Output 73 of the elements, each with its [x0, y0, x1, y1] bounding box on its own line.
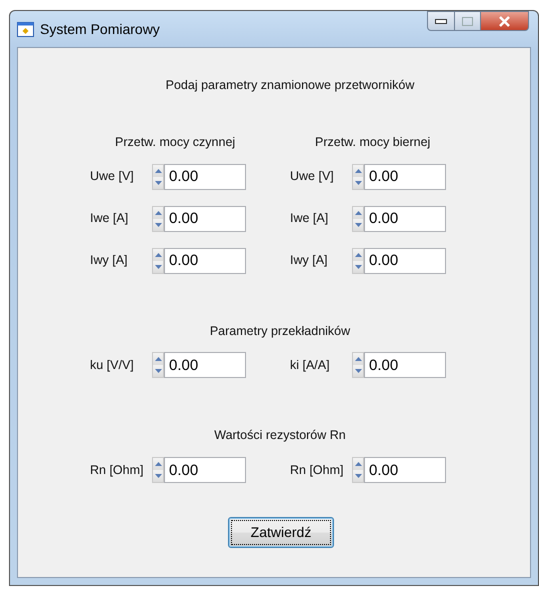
- minimize-button[interactable]: [427, 11, 455, 31]
- window-title: System Pomiarowy: [40, 20, 160, 39]
- field-label: ku [V/V]: [90, 356, 135, 374]
- spin-up-button[interactable]: [153, 458, 163, 470]
- section-title: Wartości rezystorów Rn: [213, 427, 347, 444]
- up-arrow-icon: [154, 168, 162, 172]
- down-arrow-icon: [154, 180, 162, 184]
- spin-up-button[interactable]: [353, 206, 363, 218]
- up-arrow-icon: [354, 168, 362, 172]
- spin-up-button[interactable]: [153, 353, 163, 366]
- spin-up-button[interactable]: [353, 458, 363, 470]
- close-button[interactable]: [481, 11, 529, 31]
- field-label: Rn [Ohm]: [90, 462, 144, 479]
- number-field[interactable]: 0.00: [164, 164, 246, 190]
- spin-up-button[interactable]: [353, 164, 363, 176]
- number-field[interactable]: 0.00: [164, 352, 246, 378]
- spin-down-button[interactable]: [353, 470, 363, 482]
- down-arrow-icon: [354, 222, 362, 226]
- section-title: Parametry przekładników: [208, 322, 352, 340]
- field-label: Iwe [A]: [290, 210, 330, 228]
- number-field[interactable]: 0.00: [164, 248, 246, 274]
- up-arrow-icon: [354, 210, 362, 214]
- field-label: Iwe [A]: [90, 210, 130, 228]
- spin-up-button[interactable]: [153, 248, 163, 260]
- number-field[interactable]: 0.00: [364, 248, 446, 274]
- field-label: Rn [Ohm]: [290, 462, 344, 479]
- down-arrow-icon: [354, 474, 362, 478]
- spin-down-button[interactable]: [153, 176, 163, 188]
- spin-down-button[interactable]: [153, 260, 163, 272]
- up-arrow-icon: [154, 462, 162, 466]
- down-arrow-icon: [154, 222, 162, 226]
- down-arrow-icon: [354, 264, 362, 268]
- up-arrow-icon: [154, 210, 162, 214]
- up-arrow-icon: [354, 252, 362, 256]
- up-arrow-icon: [354, 462, 362, 466]
- field-label: ki [A/A]: [290, 356, 331, 374]
- close-icon: [498, 16, 511, 26]
- number-field[interactable]: 0.00: [164, 457, 246, 483]
- spin-down-button[interactable]: [353, 260, 363, 272]
- number-field[interactable]: 0.00: [164, 206, 246, 232]
- spin-up-button[interactable]: [353, 248, 363, 260]
- down-arrow-icon: [154, 474, 162, 478]
- field-label: Uwe [V]: [290, 168, 335, 186]
- spin-up-button[interactable]: [153, 206, 163, 218]
- field-label: Iwy [A]: [290, 252, 329, 270]
- spin-down-button[interactable]: [353, 365, 363, 378]
- down-arrow-icon: [354, 180, 362, 184]
- down-arrow-icon: [154, 369, 162, 374]
- spin-down-button[interactable]: [353, 218, 363, 230]
- group-title: Przetw. mocy biernej: [314, 134, 432, 151]
- minimize-icon: [435, 18, 447, 24]
- number-field[interactable]: 0.00: [364, 352, 446, 378]
- up-arrow-icon: [154, 252, 162, 256]
- maximize-icon: [462, 16, 473, 26]
- group-title: Przetw. mocy czynnej: [114, 134, 236, 151]
- spin-down-button[interactable]: [353, 176, 363, 188]
- up-arrow-icon: [154, 357, 162, 362]
- field-label: Uwe [V]: [90, 168, 135, 186]
- app-icon: [17, 22, 34, 36]
- spin-down-button[interactable]: [153, 218, 163, 230]
- spin-down-button[interactable]: [153, 470, 163, 482]
- spin-up-button[interactable]: [353, 353, 363, 366]
- down-arrow-icon: [154, 264, 162, 268]
- down-arrow-icon: [354, 369, 362, 374]
- field-label: Iwy [A]: [90, 252, 129, 270]
- number-field[interactable]: 0.00: [364, 164, 446, 190]
- number-field[interactable]: 0.00: [364, 206, 446, 232]
- spin-up-button[interactable]: [153, 164, 163, 176]
- number-field[interactable]: 0.00: [364, 457, 446, 483]
- spin-down-button[interactable]: [153, 365, 163, 378]
- submit-button[interactable]: Zatwierdź: [228, 517, 334, 548]
- heading-text: Podaj parametry znamionowe przetworników: [164, 77, 416, 94]
- up-arrow-icon: [354, 357, 362, 362]
